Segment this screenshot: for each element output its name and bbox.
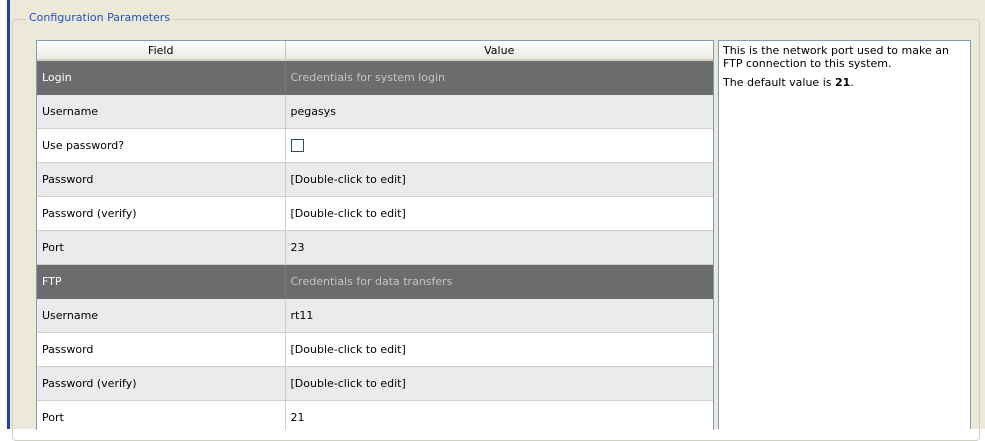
value-cell[interactable]: 23 bbox=[285, 230, 713, 265]
field-cell: Password (verify) bbox=[37, 366, 286, 401]
help-default-prefix: The default value is bbox=[723, 76, 835, 89]
value-cell[interactable]: [Double-click to edit] bbox=[285, 162, 713, 197]
table-row[interactable]: Port 23 bbox=[37, 230, 713, 265]
value-cell bbox=[285, 128, 713, 163]
table-row[interactable]: Password (verify) [Double-click to edit] bbox=[37, 196, 713, 231]
field-cell: Use password? bbox=[37, 128, 286, 163]
window-left-edge bbox=[0, 0, 10, 429]
value-cell[interactable]: [Double-click to edit] bbox=[285, 196, 713, 231]
help-pane: This is the network port used to make an… bbox=[718, 40, 971, 429]
help-default-value: 21 bbox=[834, 76, 851, 89]
value-cell[interactable]: [Double-click to edit] bbox=[285, 332, 713, 367]
field-cell: Username bbox=[37, 94, 286, 129]
table-row[interactable]: Password (verify) [Double-click to edit] bbox=[37, 366, 713, 401]
help-description: This is the network port used to make an… bbox=[723, 44, 949, 70]
table-row[interactable]: Port 21 bbox=[37, 400, 713, 430]
field-cell: Port bbox=[37, 400, 286, 430]
table-row[interactable]: Use password? bbox=[37, 128, 713, 163]
section-header-row: Login Credentials for system login bbox=[37, 60, 713, 95]
section-description: Credentials for data transfers bbox=[285, 264, 713, 299]
help-default: The default value is 21. bbox=[723, 76, 966, 89]
field-cell: Password (verify) bbox=[37, 196, 286, 231]
table-row[interactable]: Password [Double-click to edit] bbox=[37, 332, 713, 367]
table-row[interactable]: Password [Double-click to edit] bbox=[37, 162, 713, 197]
table-header-row: Field Value bbox=[37, 41, 713, 61]
table-body: Login Credentials for system login Usernam… bbox=[37, 60, 713, 430]
field-cell: Username bbox=[37, 298, 286, 333]
value-cell[interactable]: [Double-click to edit] bbox=[285, 366, 713, 401]
section-title: FTP bbox=[37, 264, 286, 299]
parameter-table: Field Value Login Credentials for system … bbox=[36, 40, 714, 430]
value-cell[interactable]: rt11 bbox=[285, 298, 713, 333]
help-default-suffix: . bbox=[850, 76, 854, 89]
value-cell[interactable]: 21 bbox=[285, 400, 713, 430]
column-header-value[interactable]: Value bbox=[285, 41, 713, 61]
section-title: Login bbox=[37, 60, 286, 95]
group-title: Configuration Parameters bbox=[26, 11, 174, 25]
field-cell: Password bbox=[37, 332, 286, 367]
field-cell: Password bbox=[37, 162, 286, 197]
section-header-row: FTP Credentials for data transfers bbox=[37, 264, 713, 299]
column-header-field[interactable]: Field bbox=[37, 41, 286, 61]
table-row[interactable]: Username pegasys bbox=[37, 94, 713, 129]
value-cell[interactable]: pegasys bbox=[285, 94, 713, 129]
section-description: Credentials for system login bbox=[285, 60, 713, 95]
table-row[interactable]: Username rt11 bbox=[37, 298, 713, 333]
use-password-checkbox[interactable] bbox=[290, 139, 304, 153]
field-cell: Port bbox=[37, 230, 286, 265]
